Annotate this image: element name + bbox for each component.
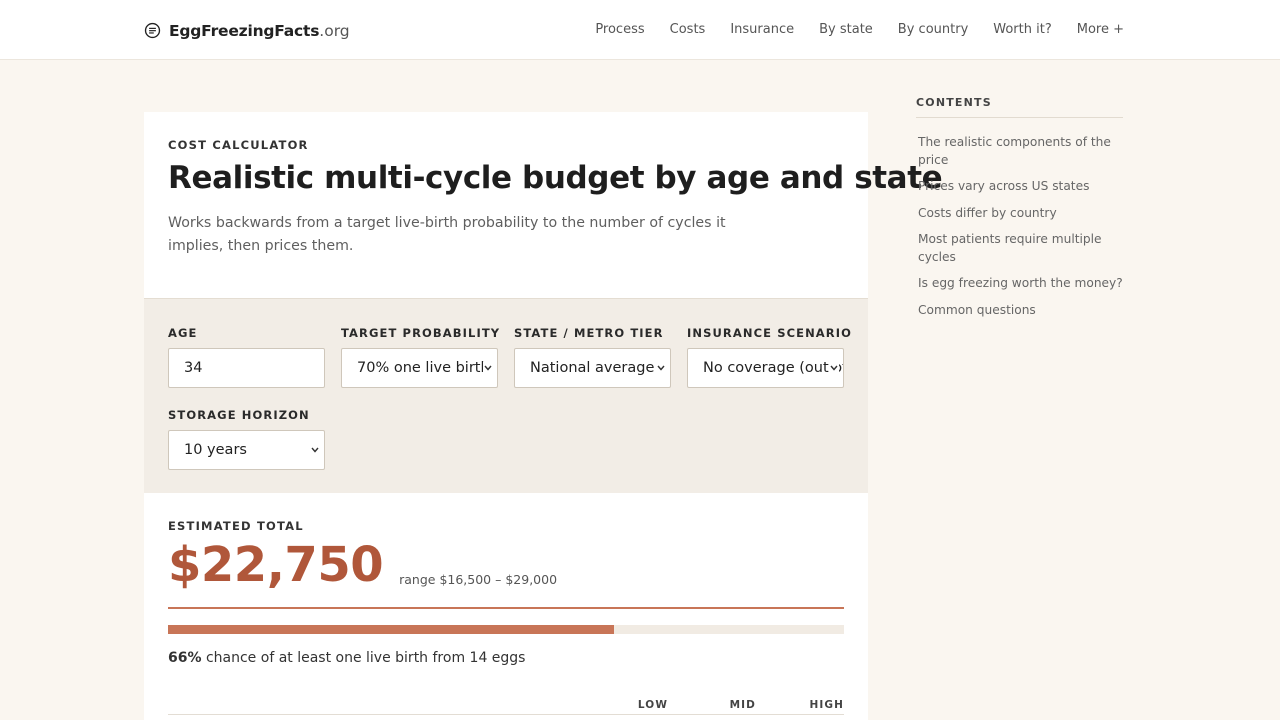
insurance-field-group: INSURANCE SCENARIO No coverage (out of p…	[687, 326, 853, 388]
toc-link-questions[interactable]: Common questions	[918, 303, 1036, 317]
nav-costs[interactable]: Costs	[670, 22, 706, 37]
chance-percent: 66%	[168, 650, 202, 666]
toc-link-countries[interactable]: Costs differ by country	[918, 206, 1057, 220]
target-probability-select[interactable]: 70% one live birth	[341, 348, 498, 388]
table-of-contents: CONTENTS The realistic components of the…	[916, 96, 1123, 328]
nav-worth-it[interactable]: Worth it?	[993, 22, 1051, 37]
estimated-total-value: $22,750	[168, 537, 384, 593]
toc-item: Is egg freezing worth the money?	[918, 275, 1123, 293]
site-header: EggFreezingFacts.org Process Costs Insur…	[0, 0, 1280, 60]
toc-list: The realistic components of the price Pr…	[916, 134, 1123, 319]
chance-description: chance of at least one live birth from 1…	[201, 650, 526, 666]
state-tier-select[interactable]: National average	[514, 348, 671, 388]
column-high: HIGH	[809, 699, 844, 711]
chevron-down-icon	[483, 362, 493, 374]
toc-item: Prices vary across US states	[918, 178, 1123, 196]
toc-item: The realistic components of the price	[918, 134, 1123, 169]
probability-bar-fill	[168, 625, 615, 634]
calculator-eyebrow: COST CALCULATOR	[168, 138, 309, 152]
state-value: National average	[530, 360, 655, 376]
total-row: $22,750 range $16,500 – $29,000	[168, 539, 844, 589]
toc-link-worth-it[interactable]: Is egg freezing worth the money?	[918, 276, 1123, 290]
estimated-total-label: ESTIMATED TOTAL	[168, 519, 304, 533]
brand-name: EggFreezingFacts	[169, 21, 320, 40]
site-logo[interactable]: EggFreezingFacts.org	[144, 19, 350, 41]
calculator-description: Works backwards from a target live-birth…	[168, 215, 726, 254]
insurance-value: No coverage (out of pocket)	[703, 360, 843, 376]
nav-process[interactable]: Process	[595, 22, 644, 37]
brand-tld: .org	[319, 21, 350, 40]
toc-item: Common questions	[918, 302, 1123, 320]
storage-horizon-select[interactable]: 10 years	[168, 430, 325, 470]
table-divider	[168, 714, 844, 715]
age-input[interactable]: 34	[168, 348, 325, 388]
toc-item: Most patients require multiple cycles	[918, 231, 1123, 266]
target-value: 70% one live birth	[357, 360, 490, 376]
page-title: Realistic multi-cycle budget by age and …	[168, 160, 943, 196]
toc-title: CONTENTS	[916, 96, 1123, 118]
target-field-group: TARGET PROBABILITY 70% one live birth	[341, 326, 501, 388]
toc-item: Costs differ by country	[918, 205, 1123, 223]
main-nav: Process Costs Insurance By state By coun…	[595, 22, 1124, 37]
storage-value: 10 years	[184, 442, 247, 458]
toc-link-components[interactable]: The realistic components of the price	[918, 135, 1111, 167]
chevron-down-icon	[829, 362, 839, 374]
insurance-label: INSURANCE SCENARIO	[687, 326, 853, 340]
chevron-down-icon	[656, 362, 666, 374]
target-label: TARGET PROBABILITY	[341, 326, 501, 340]
age-label: AGE	[168, 326, 198, 340]
state-label: STATE / METRO TIER	[514, 326, 664, 340]
result-card: ESTIMATED TOTAL $22,750 range $16,500 – …	[144, 493, 868, 720]
state-field-group: STATE / METRO TIER National average	[514, 326, 671, 388]
nav-more[interactable]: More +	[1077, 22, 1124, 37]
storage-label: STORAGE HORIZON	[168, 408, 310, 422]
calculator-header-card: COST CALCULATOR Realistic multi-cycle bu…	[144, 112, 943, 298]
insurance-scenario-select[interactable]: No coverage (out of pocket)	[687, 348, 844, 388]
nav-by-state[interactable]: By state	[819, 22, 873, 37]
calculator-form: AGE 34 TARGET PROBABILITY 70% one live b…	[144, 298, 868, 493]
toc-link-multiple-cycles[interactable]: Most patients require multiple cycles	[918, 232, 1102, 264]
nav-by-country[interactable]: By country	[898, 22, 968, 37]
column-low: LOW	[637, 699, 668, 711]
probability-bar	[168, 625, 844, 634]
divider	[168, 607, 844, 609]
logo-icon	[144, 22, 161, 38]
chevron-down-icon	[310, 444, 320, 456]
nav-insurance[interactable]: Insurance	[730, 22, 794, 37]
breakdown-column-headers: LOW MID HIGH	[580, 699, 844, 711]
storage-field-group: STORAGE HORIZON 10 years	[168, 408, 325, 470]
cost-range: range $16,500 – $29,000	[399, 572, 558, 587]
toc-link-states[interactable]: Prices vary across US states	[918, 179, 1089, 193]
age-value: 34	[184, 360, 203, 376]
column-mid: MID	[729, 699, 756, 711]
age-field-group: AGE 34	[168, 326, 325, 388]
chance-text: 66% chance of at least one live birth fr…	[168, 650, 844, 666]
